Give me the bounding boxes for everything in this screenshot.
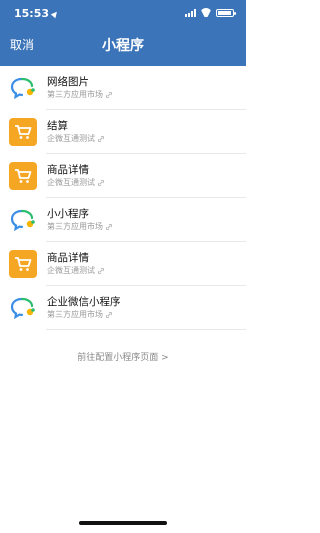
item-title: 结算 [47,120,68,132]
item-subtitle-text: 第三方应用市场 [47,90,103,99]
list-item[interactable]: 商品详情 企微互通测试 [0,154,246,198]
list-item[interactable]: 小小程序 第三方应用市场 [0,198,246,242]
chat-bubble-icon [9,294,37,322]
item-subtitle-text: 第三方应用市场 [47,222,103,231]
item-subtitle-text: 企微互通测试 [47,178,95,187]
item-subtitle: 第三方应用市场 [47,309,121,321]
status-time: 15:53 [14,7,60,20]
item-subtitle-text: 第三方应用市场 [47,310,103,319]
status-icons [185,8,236,17]
header: 15:53 取消 小程序 [0,0,246,66]
wifi-icon [200,8,212,17]
list-item[interactable]: 网络图片 第三方应用市场 [0,66,246,110]
item-subtitle: 企微互通测试 [47,177,105,189]
link-icon [97,267,105,275]
mini-program-list: 网络图片 第三方应用市场 结算 企微互通测试 商品详情 企微互通测试 小小程序 … [0,66,246,330]
chat-bubble-icon [9,74,37,102]
item-title: 小小程序 [47,208,89,220]
list-item[interactable]: 商品详情 企微互通测试 [0,242,246,286]
navbar: 取消 小程序 [0,26,246,66]
link-icon [105,311,113,319]
item-subtitle: 企微互通测试 [47,265,105,277]
shopping-cart-icon [9,118,37,146]
status-time-text: 15:53 [14,7,50,20]
shopping-cart-icon [9,162,37,190]
item-subtitle-text: 企微互通测试 [47,266,95,275]
configure-mini-program-link[interactable]: 前往配置小程序页面 > [0,350,246,363]
battery-icon [216,9,236,17]
chat-bubble-icon [9,206,37,234]
link-icon [97,179,105,187]
shopping-cart-icon [9,250,37,278]
item-title: 网络图片 [47,76,89,88]
item-subtitle: 第三方应用市场 [47,221,113,233]
link-icon [105,223,113,231]
location-arrow-icon [50,9,60,19]
status-bar: 15:53 [0,0,246,26]
page-title: 小程序 [102,38,144,54]
list-item[interactable]: 结算 企微互通测试 [0,110,246,154]
item-subtitle: 第三方应用市场 [47,89,113,101]
item-title: 商品详情 [47,164,89,176]
list-item[interactable]: 企业微信小程序 第三方应用市场 [0,286,246,330]
item-subtitle: 企微互通测试 [47,133,105,145]
link-icon [105,91,113,99]
home-indicator[interactable] [79,521,167,525]
link-icon [97,135,105,143]
item-subtitle-text: 企微互通测试 [47,134,95,143]
item-title: 商品详情 [47,252,89,264]
item-title: 企业微信小程序 [47,296,121,308]
signal-icon [185,9,196,17]
